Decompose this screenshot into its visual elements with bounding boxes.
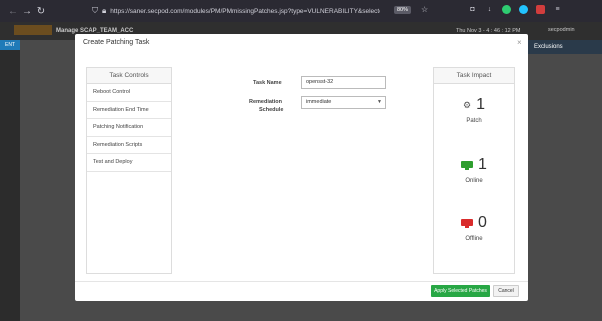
monitor-online-icon [461,160,474,170]
task-controls-header: Task Controls [87,68,171,84]
close-icon[interactable]: × [517,38,522,47]
schedule-select[interactable]: immediate ▼ [301,96,386,109]
modal-footer-divider [75,281,528,282]
reload-icon[interactable]: ↻ [34,6,48,17]
online-count: 1 [478,156,487,173]
zoom-badge[interactable]: 80% [394,6,412,14]
task-name-label: Task Name [253,80,282,86]
control-remediation-end-time[interactable]: Remediation End Time [87,102,171,119]
back-icon[interactable]: ← [6,6,20,17]
exclusions-tab[interactable]: Exclusions [526,40,602,54]
apply-selected-patches-button[interactable]: Apply Selected Patches [431,285,490,297]
monitor-offline-icon [461,218,474,228]
schedule-label-line2: Schedule [259,107,284,113]
app-sidebar [0,40,20,321]
task-impact-header: Task Impact [434,68,514,84]
app-logo [14,25,52,35]
control-patching-notification[interactable]: Patching Notification [87,119,171,137]
task-name-input[interactable]: opensst-32 [301,76,386,89]
url-bar[interactable]: ⛉ 🔒︎ https://saner.secpod.com/modules/PM… [92,4,392,18]
url-text[interactable]: https://saner.secpod.com/modules/PM/PMmi… [110,8,380,15]
schedule-label: Remediation [249,99,283,105]
extension-green-icon[interactable] [502,5,511,14]
extension-cyan-icon[interactable] [519,5,528,14]
offline-count: 0 [478,214,487,231]
cancel-button[interactable]: Cancel [493,285,519,297]
task-impact-panel: Task Impact ⚙ 1 Patch 1 Online 0 Offline [433,67,515,274]
chevron-down-icon: ▼ [377,99,382,105]
extension-icons: ◘ ↓ ≡ [468,5,562,14]
online-label: Online [465,178,483,184]
schedule-select-value: immediate [306,99,332,105]
control-remediation-scripts[interactable]: Remediation Scripts [87,137,171,154]
gear-icon: ⚙ [463,99,472,110]
app-sidebar-tab[interactable]: ENT [0,40,20,50]
control-test-and-deploy[interactable]: Test and Deploy [87,154,171,172]
menu-icon[interactable]: ≡ [553,5,562,14]
control-reboot[interactable]: Reboot Control [87,84,171,102]
offline-label: Offline [465,236,483,242]
patch-label: Patch [466,118,482,124]
lock-icon: 🔒︎ [102,6,107,15]
patch-count: 1 [476,96,485,113]
star-icon[interactable]: ☆ [421,5,428,14]
extension-red-icon[interactable] [536,5,545,14]
impact-patch: ⚙ 1 Patch [434,96,514,124]
forward-icon[interactable]: → [20,6,34,17]
impact-offline: 0 Offline [434,214,514,242]
modal-title: Create Patching Task [83,39,150,46]
shield-icon: ⛉ [92,6,98,15]
download-icon[interactable]: ↓ [485,5,494,14]
app-user[interactable]: secpodmin [548,27,575,33]
task-controls-panel: Task Controls Reboot Control Remediation… [86,67,172,274]
pocket-icon[interactable]: ◘ [468,5,477,14]
impact-online: 1 Online [434,156,514,184]
create-patching-task-modal: Create Patching Task × Task Controls Reb… [75,34,528,301]
